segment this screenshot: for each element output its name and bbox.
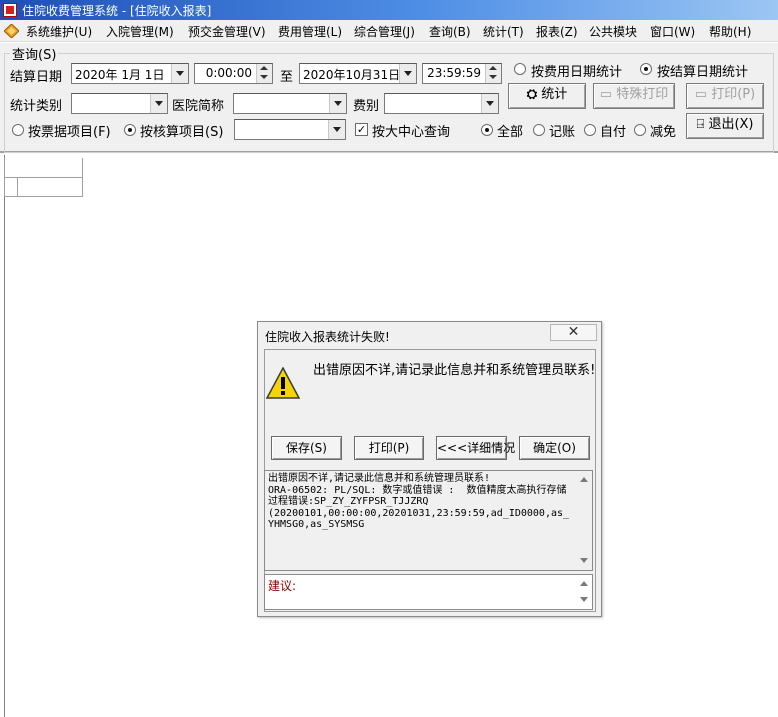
menu-system[interactable]: 系统维护(U) <box>26 23 92 40</box>
printer-icon: ▭ <box>694 87 708 102</box>
dialog-title: 住院收入报表统计失败! <box>265 330 390 344</box>
radio-reduce[interactable] <box>634 124 646 136</box>
center-query-checkbox[interactable]: ✓ <box>355 123 368 136</box>
detail-textbox[interactable]: 出错原因不详,请记录此信息并和系统管理员联系! ORA-06502: PL/SQ… <box>264 470 593 571</box>
chevron-down-icon[interactable] <box>150 94 167 113</box>
menu-window[interactable]: 窗口(W) <box>650 23 695 40</box>
print-button[interactable]: ▭ 打印(P) <box>686 83 764 109</box>
fee-label: 费别 <box>353 99 380 114</box>
menu-common[interactable]: 公共模块 <box>589 23 637 40</box>
radio-fee-date-label[interactable]: 按费用日期统计 <box>531 61 622 80</box>
menu-fee[interactable]: 费用管理(L) <box>278 23 342 40</box>
radio-bill-item-label[interactable]: 按票据项目(F) <box>28 121 111 140</box>
exit-button-label: 退出(X) <box>708 117 754 132</box>
menu-report[interactable]: 报表(Z) <box>536 23 578 40</box>
binoculars-icon: ⛭ <box>526 87 538 102</box>
menu-admission[interactable]: 入院管理(M) <box>106 23 174 40</box>
save-button[interactable]: 保存(S) <box>271 436 342 460</box>
hospital-label: 医院简称 <box>172 99 225 114</box>
stat-type-label: 统计类别 <box>10 99 63 114</box>
menu-deposit[interactable]: 预交金管理(V) <box>188 23 266 40</box>
special-print-label: 特殊打印 <box>616 87 669 102</box>
menu-general[interactable]: 综合管理(J) <box>354 23 415 40</box>
spin-icon[interactable] <box>256 64 272 83</box>
stat-button[interactable]: ⛭ 统计 <box>508 83 586 109</box>
radio-audit-item-label[interactable]: 按核算项目(S) <box>140 121 223 140</box>
suggestion-textbox[interactable]: 建议: <box>264 574 593 610</box>
detail-text: 出错原因不详,请记录此信息并和系统管理员联系! ORA-06502: PL/SQ… <box>268 473 570 530</box>
special-print-button[interactable]: ▭ 特殊打印 <box>593 83 675 109</box>
chevron-down-icon[interactable] <box>328 120 345 139</box>
stat-type-select[interactable] <box>71 93 168 114</box>
radio-all-label[interactable]: 全部 <box>497 121 523 140</box>
radio-settle-date-label[interactable]: 按结算日期统计 <box>657 61 748 80</box>
radio-all[interactable] <box>481 124 493 136</box>
exit-door-icon: ⍈ <box>696 117 705 132</box>
print-button-label: 打印(P) <box>711 87 756 102</box>
radio-settle-date[interactable] <box>640 63 652 75</box>
menu-query[interactable]: 查询(B) <box>429 23 471 40</box>
radio-self[interactable] <box>584 124 596 136</box>
audit-item-select[interactable] <box>234 119 346 140</box>
end-time-field[interactable]: 23:59:59 <box>422 63 502 84</box>
query-group-title: 查询(S) <box>10 44 59 63</box>
start-time-field[interactable]: 0:00:00 <box>194 63 273 84</box>
detail-scrollbar[interactable] <box>575 471 592 570</box>
close-icon[interactable]: ✕ <box>550 324 597 341</box>
details-button[interactable]: <<<详细情况 <box>436 436 515 460</box>
menu-statistics[interactable]: 统计(T) <box>483 23 524 40</box>
radio-account-label[interactable]: 记账 <box>549 121 575 140</box>
scroll-up-icon[interactable] <box>575 471 592 487</box>
fee-select[interactable] <box>384 93 499 114</box>
radio-bill-item[interactable] <box>12 124 24 136</box>
scroll-down-icon[interactable] <box>575 593 592 609</box>
end-date-value: 2020年10月31日 <box>303 68 401 82</box>
start-time-value: 0:00:00 <box>205 66 252 80</box>
suggestion-label: 建议: <box>268 579 297 593</box>
radio-reduce-label[interactable]: 减免 <box>650 121 676 140</box>
exit-button[interactable]: ⍈ 退出(X) <box>686 113 764 139</box>
window-title: 住院收费管理系统 - [住院收入报表] <box>22 4 212 18</box>
spin-icon[interactable] <box>485 64 501 83</box>
menu-help[interactable]: 帮助(H) <box>709 23 751 40</box>
start-date-value: 2020年 1月 1日 <box>75 68 165 82</box>
chevron-down-icon[interactable] <box>171 64 188 83</box>
dialog-message: 出错原因不详,请记录此信息并和系统管理员联系! <box>313 363 596 378</box>
chevron-down-icon[interactable] <box>481 94 498 113</box>
grid-left-border <box>4 155 5 717</box>
app-icon <box>3 3 17 17</box>
center-query-label[interactable]: 按大中心查询 <box>372 121 450 140</box>
dialog-print-button[interactable]: 打印(P) <box>354 436 424 460</box>
end-date-picker[interactable]: 2020年10月31日 <box>299 63 417 84</box>
to-label: 至 <box>280 70 294 85</box>
radio-fee-date[interactable] <box>514 63 526 75</box>
hospital-select[interactable] <box>233 93 347 114</box>
printer-icon: ▭ <box>599 87 613 102</box>
radio-self-label[interactable]: 自付 <box>600 121 626 140</box>
settle-date-label: 结算日期 <box>10 70 63 85</box>
radio-account[interactable] <box>533 124 545 136</box>
grid-header-cell[interactable] <box>4 158 83 178</box>
app-menu-icon[interactable] <box>4 24 19 38</box>
scroll-down-icon[interactable] <box>575 554 592 570</box>
radio-audit-item[interactable] <box>124 124 136 136</box>
grid-row-indicator[interactable] <box>4 178 18 197</box>
chevron-down-icon[interactable] <box>329 94 346 113</box>
scroll-up-icon[interactable] <box>575 575 592 591</box>
ok-button[interactable]: 确定(O) <box>519 436 590 460</box>
start-date-picker[interactable]: 2020年 1月 1日 <box>71 63 189 84</box>
chevron-down-icon[interactable] <box>399 64 416 83</box>
warning-icon <box>266 367 300 399</box>
stat-button-label: 统计 <box>541 87 568 102</box>
end-time-value: 23:59:59 <box>427 66 481 80</box>
